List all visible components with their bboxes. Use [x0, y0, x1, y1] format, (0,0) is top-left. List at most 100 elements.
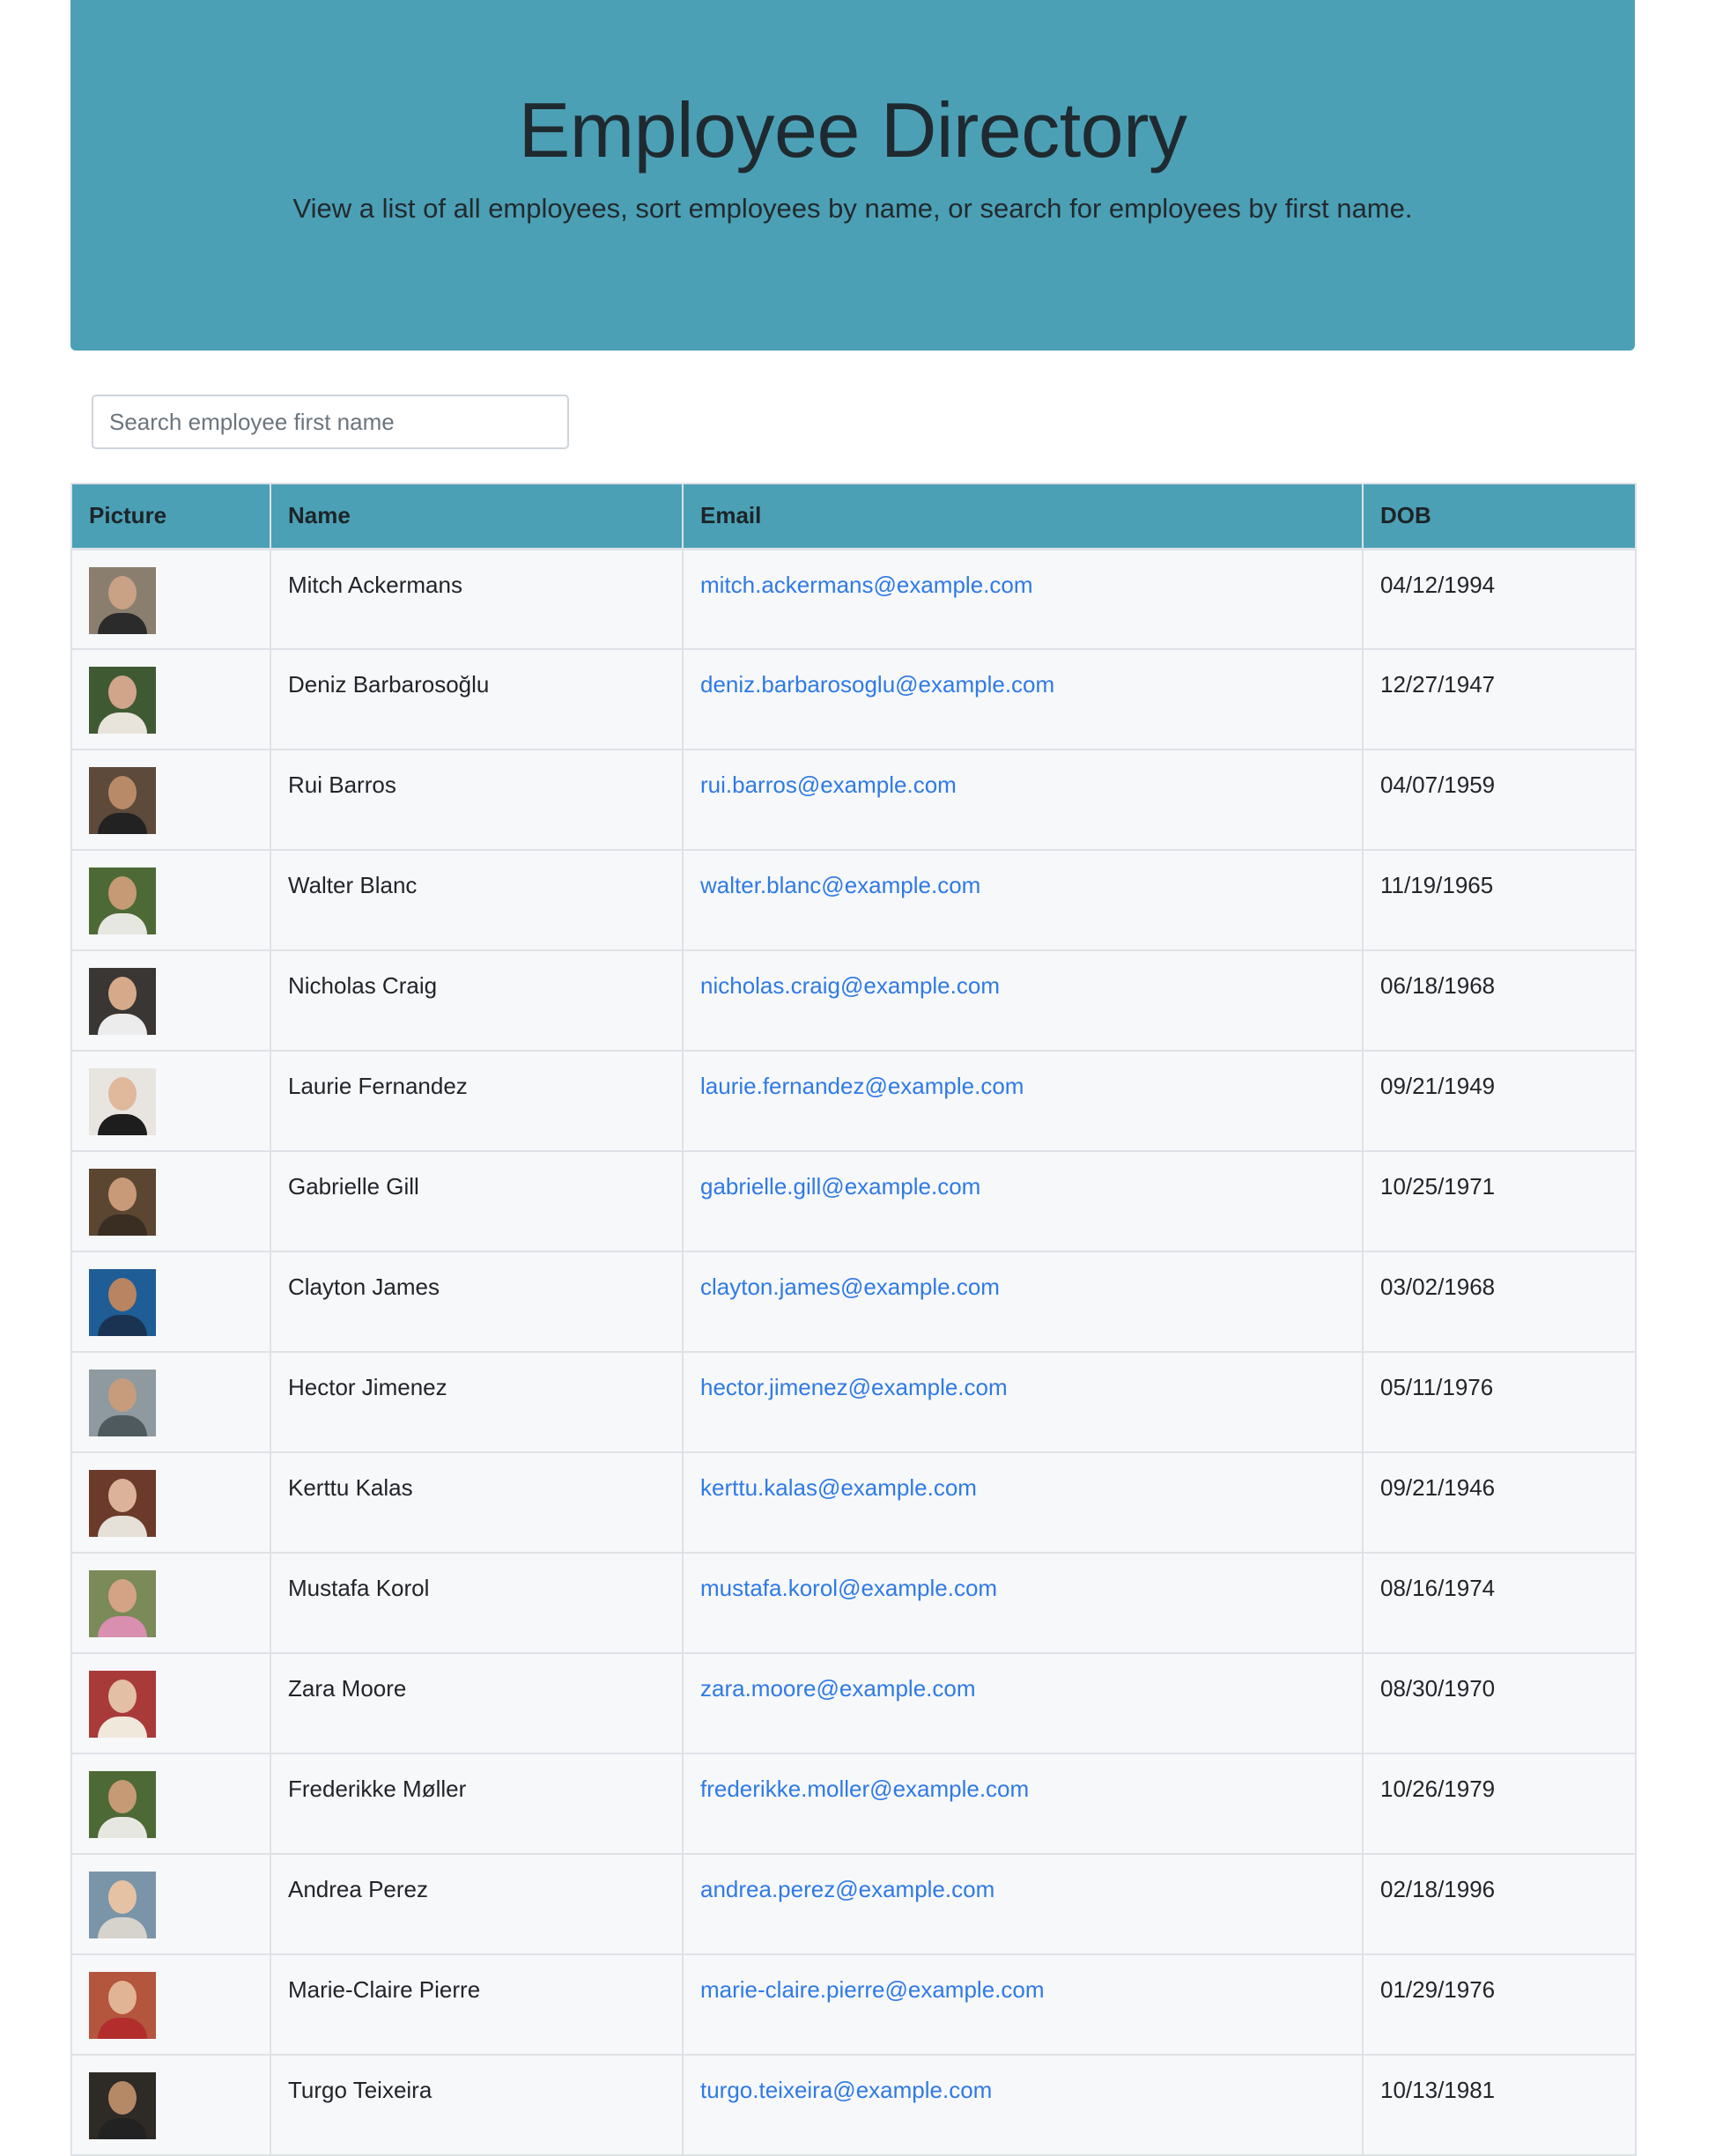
avatar-body-shape: [98, 1717, 147, 1738]
table-header: Picture Name Email DOB: [70, 483, 1637, 550]
avatar-body-shape: [98, 913, 147, 934]
employee-email-link[interactable]: gabrielle.gill@example.com: [700, 1173, 980, 1200]
avatar-head-shape: [108, 1680, 137, 1713]
employee-email-link[interactable]: mustafa.korol@example.com: [700, 1575, 997, 1601]
employee-dob: 03/02/1968: [1362, 1251, 1637, 1353]
employee-email-link[interactable]: kerttu.kalas@example.com: [700, 1474, 977, 1501]
picture-cell: [70, 1953, 271, 2056]
search-input[interactable]: [92, 395, 569, 449]
picture-cell: [70, 949, 271, 1052]
employee-email-link[interactable]: walter.blanc@example.com: [700, 872, 980, 898]
employee-avatar: [89, 1068, 156, 1135]
table-row: Laurie Fernandez laurie.fernandez@example…: [70, 1050, 1637, 1152]
employee-email-link[interactable]: mitch.ackermans@example.com: [700, 572, 1033, 598]
employee-avatar: [89, 1972, 156, 2039]
employee-avatar: [89, 1671, 156, 1738]
employee-name: Kerttu Kalas: [270, 1451, 684, 1554]
table-header-row: Picture Name Email DOB: [70, 483, 1637, 550]
employee-dob: 10/13/1981: [1362, 2054, 1637, 2156]
page-title: Employee Directory: [518, 86, 1187, 174]
search-form: [92, 395, 569, 449]
employee-email-link[interactable]: deniz.barbarosoglu@example.com: [700, 671, 1054, 698]
table-row: Gabrielle Gill gabrielle.gill@example.com…: [70, 1150, 1637, 1252]
employee-name: Gabrielle Gill: [270, 1150, 684, 1252]
picture-cell: [70, 1451, 271, 1554]
picture-cell: [70, 1251, 271, 1353]
employee-dob: 01/29/1976: [1362, 1953, 1637, 2056]
employee-email-link[interactable]: nicholas.craig@example.com: [700, 972, 1000, 999]
jumbotron-header: Employee Directory View a list of all em…: [70, 0, 1635, 351]
employee-email-link[interactable]: rui.barros@example.com: [700, 772, 957, 798]
picture-cell: [70, 1753, 271, 1855]
picture-cell: [70, 648, 271, 750]
avatar-head-shape: [108, 1077, 137, 1111]
avatar-body-shape: [98, 1114, 147, 1135]
employee-email-link[interactable]: andrea.perez@example.com: [700, 1876, 994, 1902]
employee-email-link[interactable]: hector.jimenez@example.com: [700, 1374, 1008, 1400]
employee-name: Mitch Ackermans: [270, 548, 684, 650]
employee-table: Picture Name Email DOB Mitch Ackermans mi…: [70, 483, 1637, 2156]
employee-name: Andrea Perez: [270, 1853, 684, 1955]
column-header-email: Email: [682, 483, 1364, 550]
employee-name: Deniz Barbarosoğlu: [270, 648, 684, 750]
avatar-body-shape: [98, 1014, 147, 1035]
employee-name: Laurie Fernandez: [270, 1050, 684, 1152]
avatar-body-shape: [98, 1516, 147, 1537]
employee-dob: 06/18/1968: [1362, 949, 1637, 1052]
employee-email-link[interactable]: clayton.james@example.com: [700, 1274, 1000, 1300]
avatar-body-shape: [98, 1315, 147, 1336]
avatar-head-shape: [108, 1579, 137, 1613]
employee-email-link[interactable]: zara.moore@example.com: [700, 1675, 976, 1702]
email-cell: mustafa.korol@example.com: [682, 1552, 1364, 1654]
table-row: Zara Moore zara.moore@example.com 08/30/19…: [70, 1652, 1637, 1754]
avatar-head-shape: [108, 1378, 137, 1412]
employee-email-link[interactable]: laurie.fernandez@example.com: [700, 1073, 1024, 1099]
employee-name: Hector Jimenez: [270, 1351, 684, 1453]
table-row: Marie-Claire Pierre marie-claire.pierre@e…: [70, 1953, 1637, 2056]
employee-dob: 11/19/1965: [1362, 849, 1637, 951]
employee-avatar: [89, 1370, 156, 1436]
employee-avatar: [89, 667, 156, 734]
employee-dob: 05/11/1976: [1362, 1351, 1637, 1453]
avatar-body-shape: [98, 713, 147, 734]
email-cell: kerttu.kalas@example.com: [682, 1451, 1364, 1554]
avatar-body-shape: [98, 2118, 147, 2139]
table-row: Rui Barros rui.barros@example.com 04/07/19…: [70, 749, 1637, 851]
picture-cell: [70, 1853, 271, 1955]
employee-email-link[interactable]: frederikke.moller@example.com: [700, 1776, 1029, 1802]
employee-dob: 04/12/1994: [1362, 548, 1637, 650]
email-cell: gabrielle.gill@example.com: [682, 1150, 1364, 1252]
email-cell: nicholas.craig@example.com: [682, 949, 1364, 1052]
picture-cell: [70, 1050, 271, 1152]
avatar-head-shape: [108, 1780, 137, 1813]
employee-dob: 08/30/1970: [1362, 1652, 1637, 1754]
table-row: Andrea Perez andrea.perez@example.com 02/1…: [70, 1853, 1637, 1955]
picture-cell: [70, 1652, 271, 1754]
avatar-head-shape: [108, 876, 137, 910]
email-cell: marie-claire.pierre@example.com: [682, 1953, 1364, 2056]
employee-name: Walter Blanc: [270, 849, 684, 951]
avatar-head-shape: [108, 1278, 137, 1311]
employee-avatar: [89, 968, 156, 1035]
picture-cell: [70, 1351, 271, 1453]
employee-name: Marie-Claire Pierre: [270, 1953, 684, 2056]
employee-email-link[interactable]: marie-claire.pierre@example.com: [700, 1976, 1045, 2003]
table-row: Mustafa Korol mustafa.korol@example.com 08…: [70, 1552, 1637, 1654]
employee-name: Nicholas Craig: [270, 949, 684, 1052]
picture-cell: [70, 548, 271, 650]
employee-name: Rui Barros: [270, 749, 684, 851]
employee-dob: 09/21/1949: [1362, 1050, 1637, 1152]
employee-table-container: Picture Name Email DOB Mitch Ackermans mi…: [70, 483, 1637, 2156]
column-header-name[interactable]: Name: [270, 483, 684, 550]
email-cell: frederikke.moller@example.com: [682, 1753, 1364, 1855]
table-row: Kerttu Kalas kerttu.kalas@example.com 09/2…: [70, 1451, 1637, 1554]
table-row: Nicholas Craig nicholas.craig@example.com…: [70, 949, 1637, 1052]
email-cell: mitch.ackermans@example.com: [682, 548, 1364, 650]
employee-dob: 02/18/1996: [1362, 1853, 1637, 1955]
employee-email-link[interactable]: turgo.teixeira@example.com: [700, 2077, 992, 2103]
employee-name: Clayton James: [270, 1251, 684, 1353]
table-row: Walter Blanc walter.blanc@example.com 11/1…: [70, 849, 1637, 951]
employee-avatar: [89, 1169, 156, 1236]
email-cell: turgo.teixeira@example.com: [682, 2054, 1364, 2156]
employee-avatar: [89, 868, 156, 934]
